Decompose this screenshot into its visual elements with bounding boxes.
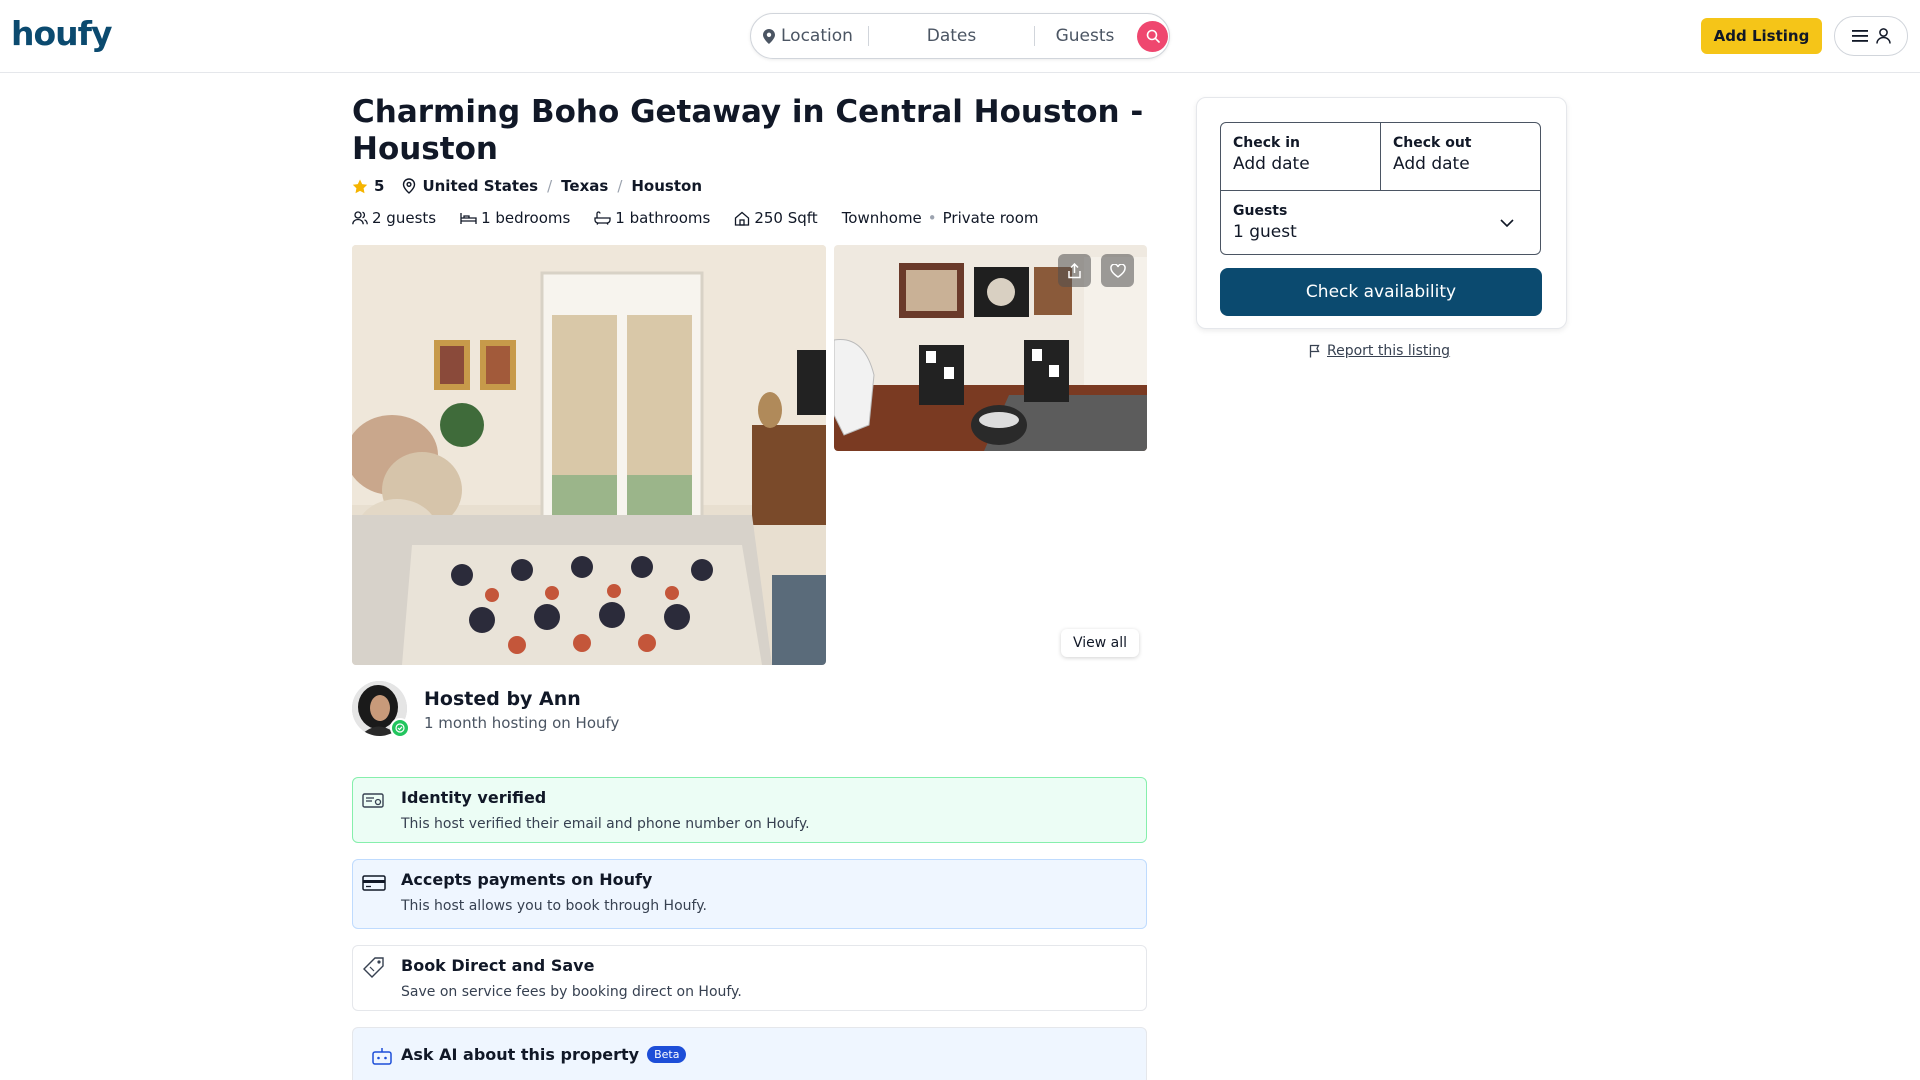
user-menu-button[interactable] (1834, 16, 1908, 56)
guests-select[interactable]: Guests 1 guest (1221, 191, 1540, 254)
accepts-payments-title: Accepts payments on Houfy (401, 870, 653, 889)
fact-bedrooms-label: 1 bedrooms (481, 209, 571, 227)
favorite-button[interactable] (1101, 254, 1134, 287)
star-icon (352, 179, 368, 193)
ask-ai-card[interactable]: Ask AI about this property Beta (352, 1027, 1147, 1080)
verified-badge (390, 718, 410, 738)
location-pin-icon (763, 28, 775, 44)
book-direct-title: Book Direct and Save (401, 956, 595, 975)
heart-icon (1109, 263, 1126, 278)
id-card-icon (362, 793, 384, 808)
credit-card-icon (362, 875, 386, 891)
host-name[interactable]: Hosted by Ann (424, 688, 581, 710)
check-out-label: Check out (1393, 135, 1472, 151)
hamburger-menu-icon (1851, 30, 1868, 42)
guests-value: 1 guest (1233, 222, 1297, 242)
search-guests-label: Guests (1055, 26, 1115, 46)
flag-icon (1309, 344, 1320, 358)
fact-guests: 2 guests (352, 209, 436, 227)
search-dates-field[interactable]: Dates (869, 26, 1035, 46)
add-listing-button[interactable]: Add Listing (1701, 18, 1822, 54)
chevron-down-icon (1500, 219, 1514, 227)
listing-title: Charming Boho Getaway in Central Houston… (352, 94, 1144, 167)
guests-label: Guests (1233, 203, 1288, 219)
booking-fields: Check in Add date Check out Add date Gue… (1220, 122, 1541, 255)
book-direct-card: Book Direct and Save Save on service fee… (352, 945, 1147, 1011)
view-all-photos-button[interactable]: View all (1061, 629, 1139, 657)
check-availability-button[interactable]: Check availability (1220, 268, 1542, 316)
bed-icon (460, 212, 477, 224)
fact-bathrooms-label: 1 bathrooms (615, 209, 711, 227)
check-out-field[interactable]: Check out Add date (1381, 123, 1540, 191)
booking-widget: Check in Add date Check out Add date Gue… (1196, 97, 1567, 329)
main-listing-photo[interactable] (352, 245, 826, 665)
search-dates-label: Dates (926, 26, 977, 46)
identity-verified-title: Identity verified (401, 788, 547, 807)
search-icon (1146, 29, 1160, 43)
fact-area-label: 250 Sqft (754, 209, 818, 227)
check-in-field[interactable]: Check in Add date (1221, 123, 1381, 191)
search-bar[interactable]: Location Dates Guests (750, 13, 1170, 59)
user-icon (1875, 28, 1891, 44)
check-in-label: Check in (1233, 135, 1300, 151)
search-location-label: Location (781, 26, 853, 46)
check-out-value: Add date (1393, 154, 1470, 174)
houfy-logo[interactable]: houfy (11, 14, 113, 53)
ask-ai-title: Ask AI about this property (401, 1045, 640, 1064)
dot-separator: • (927, 209, 937, 227)
identity-verified-card: Identity verified This host verified the… (352, 777, 1147, 843)
beta-badge: Beta (647, 1046, 687, 1063)
breadcrumb-city[interactable]: Houston (631, 177, 702, 195)
room-type-label: Private room (942, 209, 1039, 227)
price-tag-icon (363, 957, 384, 978)
check-in-value: Add date (1233, 154, 1310, 174)
breadcrumb-separator: / (617, 177, 623, 195)
fact-property-type: Townhome • Private room (842, 209, 1039, 227)
home-icon (735, 211, 750, 226)
share-button[interactable] (1058, 254, 1091, 287)
property-type-label: Townhome (841, 209, 922, 227)
breadcrumb-country[interactable]: United States (422, 177, 538, 195)
search-button[interactable] (1137, 20, 1168, 52)
listing-facts: 2 guests 1 bedrooms 1 bathrooms 250 Sqft… (352, 209, 1039, 227)
bathtub-icon (594, 211, 611, 225)
search-location-field[interactable]: Location (751, 26, 869, 46)
identity-verified-subtitle: This host verified their email and phone… (401, 816, 810, 832)
book-direct-subtitle: Save on service fees by booking direct o… (401, 984, 742, 1000)
robot-icon (372, 1048, 392, 1065)
checkmark-icon (395, 723, 405, 733)
fact-bathrooms: 1 bathrooms (594, 209, 710, 227)
breadcrumb-state[interactable]: Texas (561, 177, 608, 195)
fact-guests-label: 2 guests (372, 209, 437, 227)
share-icon (1068, 262, 1081, 278)
host-tenure: 1 month hosting on Houfy (424, 714, 620, 732)
report-listing-label: Report this listing (1327, 343, 1451, 359)
fact-area: 250 Sqft (734, 209, 818, 227)
guests-icon (352, 211, 368, 225)
top-header: houfy Location Dates Guests Add Listing (0, 0, 1920, 73)
listing-location-meta: 5 United States / Texas / Houston (352, 177, 702, 195)
search-guests-field[interactable]: Guests (1035, 26, 1135, 46)
bedroom-photo (352, 245, 826, 665)
ask-ai-title-row: Ask AI about this property Beta (401, 1045, 687, 1064)
fact-bedrooms: 1 bedrooms (460, 209, 570, 227)
accepts-payments-card: Accepts payments on Houfy This host allo… (352, 859, 1147, 929)
rating-value: 5 (374, 177, 385, 195)
report-listing-link[interactable]: Report this listing (1309, 343, 1450, 359)
accepts-payments-subtitle: This host allows you to book through Hou… (401, 898, 707, 914)
location-pin-icon (403, 178, 416, 194)
breadcrumb-separator: / (547, 177, 553, 195)
